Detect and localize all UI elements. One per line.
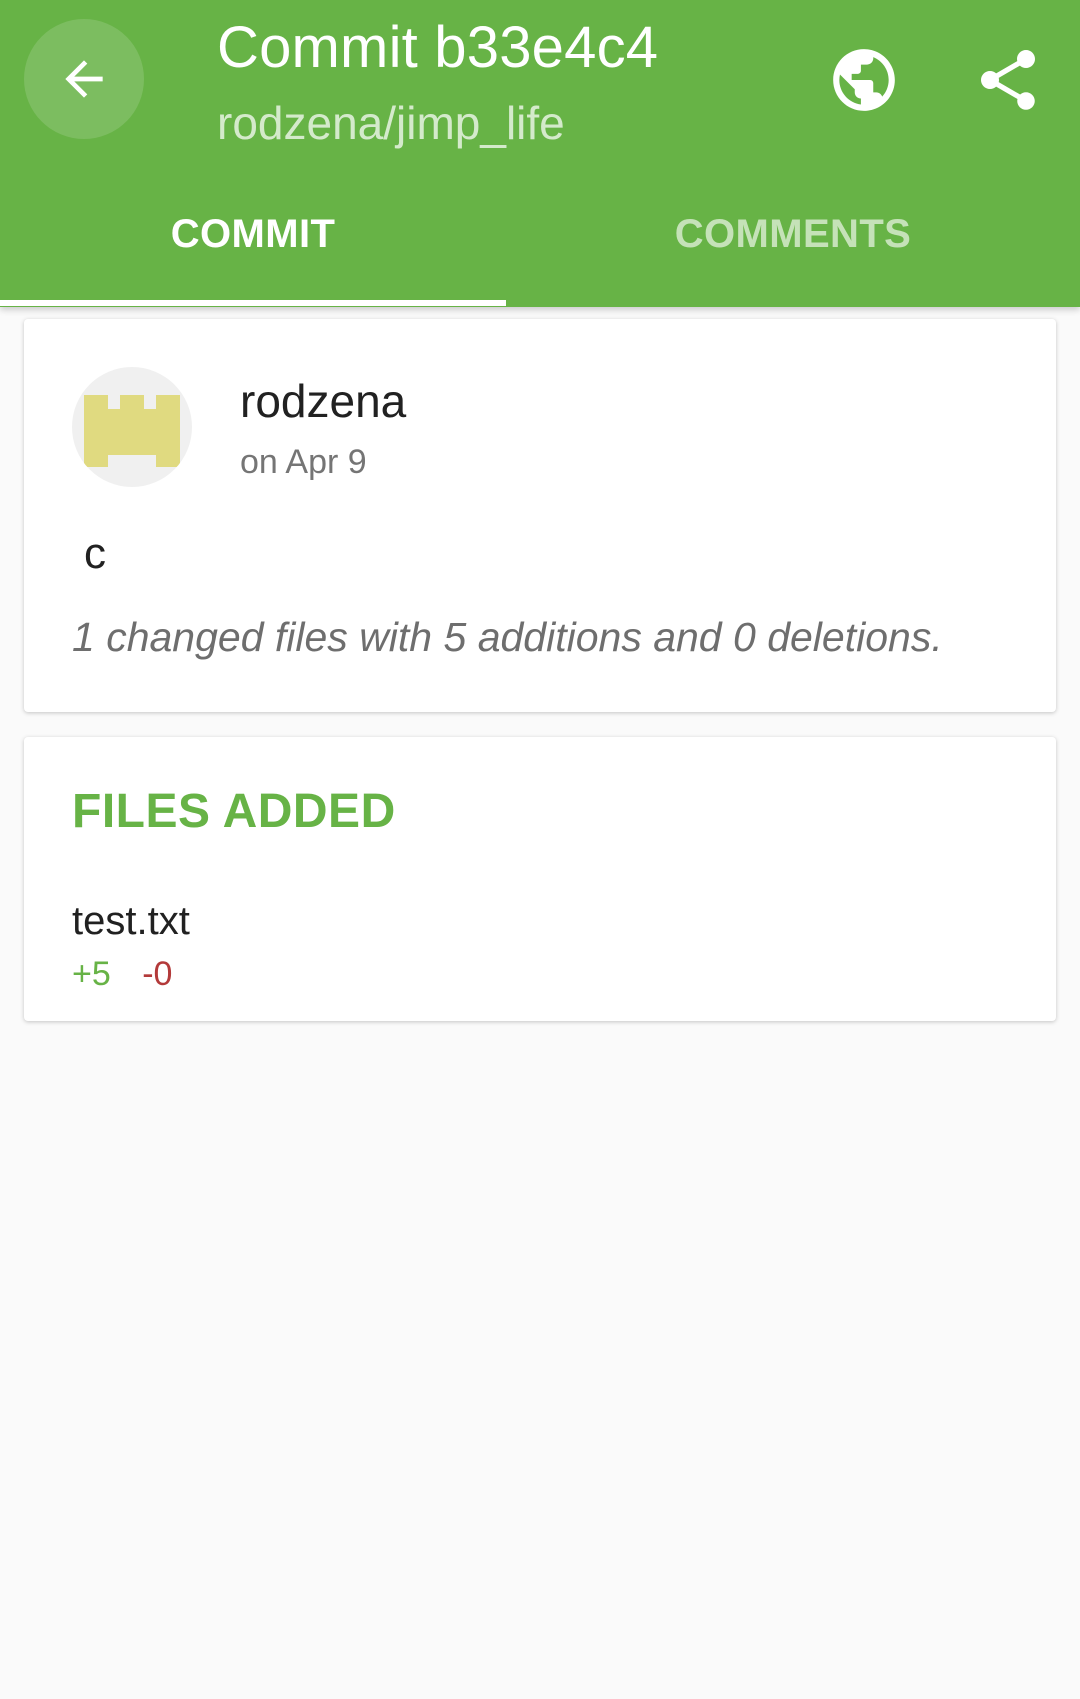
back-button[interactable] xyxy=(24,19,144,139)
files-section-title: FILES ADDED xyxy=(72,785,396,838)
tab-comments[interactable]: COMMENTS xyxy=(540,200,1046,307)
files-card: FILES ADDED test.txt +5 -0 xyxy=(24,737,1056,1021)
active-tab-indicator xyxy=(0,300,506,306)
avatar[interactable] xyxy=(72,367,192,487)
globe-icon xyxy=(833,49,895,111)
castle-avatar-icon xyxy=(84,395,180,467)
page-title: Commit b33e4c4 xyxy=(217,15,659,80)
share-button[interactable] xyxy=(958,30,1058,130)
commit-author[interactable]: rodzena xyxy=(240,374,406,428)
share-icon xyxy=(981,50,1035,110)
file-stats: +5 -0 xyxy=(72,955,172,994)
open-in-browser-button[interactable] xyxy=(814,30,914,130)
tab-commit[interactable]: COMMIT xyxy=(0,200,506,307)
change-summary: 1 changed files with 5 additions and 0 d… xyxy=(72,614,943,660)
commit-message: c xyxy=(84,529,106,578)
commit-card: rodzena on Apr 9 c 1 changed files with … xyxy=(24,319,1056,712)
repo-name[interactable]: rodzena/jimp_life xyxy=(217,96,565,150)
app-bar: Commit b33e4c4 rodzena/jimp_life COMMIT … xyxy=(0,0,1080,307)
commit-date: on Apr 9 xyxy=(240,443,367,481)
file-deletions: -0 xyxy=(142,955,173,993)
arrow-back-icon xyxy=(65,60,103,98)
file-additions: +5 xyxy=(72,955,111,993)
file-name[interactable]: test.txt xyxy=(72,899,190,944)
